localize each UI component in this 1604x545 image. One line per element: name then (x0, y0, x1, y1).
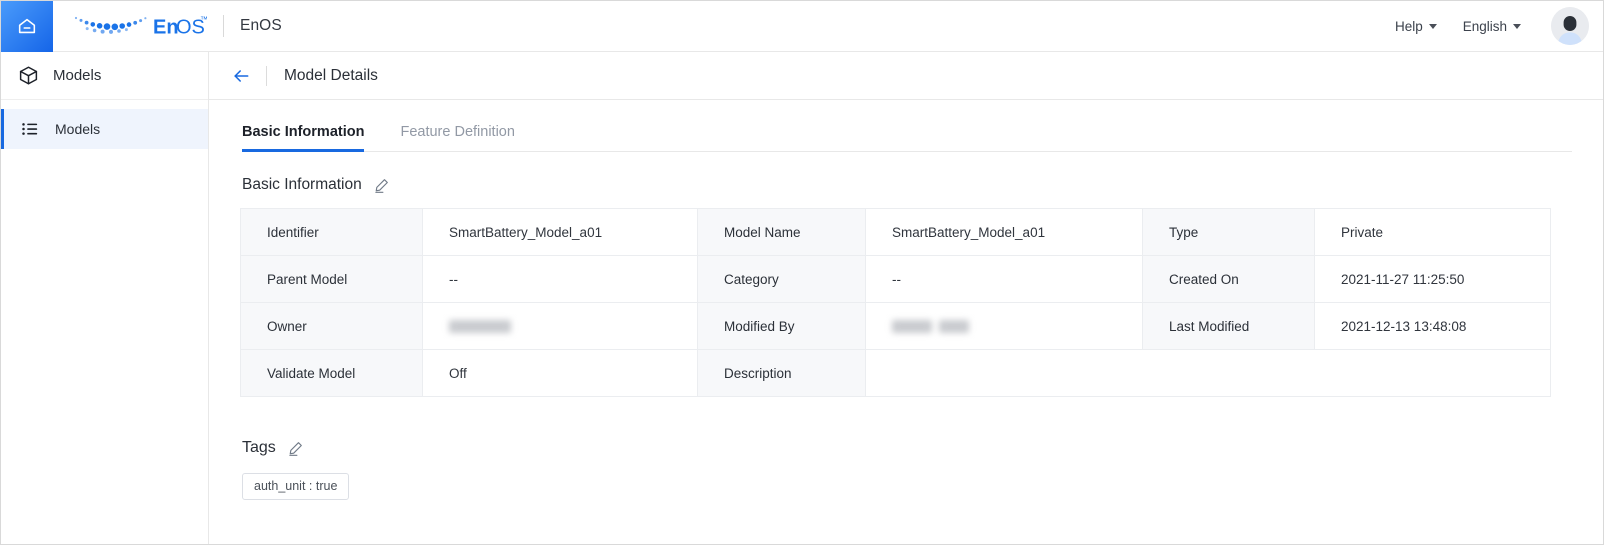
tag-list: auth_unit : true (242, 473, 1572, 500)
cell-label: Type (1142, 208, 1315, 256)
main-content: Model Details Basic Information Feature … (209, 52, 1603, 544)
tags-section-header: Tags (242, 439, 1572, 457)
cell-label: Parent Model (240, 255, 423, 303)
cell-label: Category (697, 255, 866, 303)
sidebar-header-label: Models (53, 67, 102, 84)
cell-value-redacted (865, 302, 1143, 350)
help-label: Help (1394, 18, 1423, 34)
sidebar: Models Models (1, 52, 209, 544)
cell-value: Off (422, 349, 698, 397)
product-title: EnOS (240, 17, 282, 34)
pencil-edit-icon[interactable] (287, 439, 305, 457)
page-title: Model Details (284, 66, 378, 84)
body: Models Models Model Details Basic Inform… (1, 52, 1603, 544)
top-bar: En OS ™ EnOS Help English (1, 1, 1603, 52)
basic-information-table: Identifier SmartBattery_Model_a01 Model … (240, 208, 1551, 397)
tab-basic-information[interactable]: Basic Information (242, 124, 365, 152)
home-button[interactable] (1, 1, 53, 52)
table-row: Validate Model Off Description (240, 349, 1551, 397)
tab-label: Feature Definition (400, 124, 515, 140)
section-title: Basic Information (242, 176, 362, 193)
cell-label: Validate Model (240, 349, 423, 397)
application-window: En OS ™ EnOS Help English (0, 0, 1604, 545)
enos-logo-icon: En OS ™ (69, 9, 207, 43)
svg-text:En: En (153, 17, 179, 39)
help-menu[interactable]: Help (1395, 19, 1437, 34)
back-button[interactable] (224, 59, 258, 93)
cell-value: -- (422, 255, 698, 303)
cell-value: SmartBattery_Model_a01 (865, 208, 1143, 256)
pencil-edit-icon[interactable] (373, 176, 391, 194)
list-icon (20, 119, 40, 139)
cell-value-description (865, 349, 1551, 397)
arrow-left-icon (230, 66, 252, 86)
tag-chip[interactable]: auth_unit : true (242, 473, 350, 500)
svg-text:™: ™ (200, 15, 207, 24)
chevron-down-icon (1513, 23, 1521, 29)
avatar[interactable] (1551, 7, 1589, 45)
tab-feature-definition[interactable]: Feature Definition (400, 124, 514, 151)
cell-value: 2021-12-13 13:48:08 (1314, 302, 1551, 350)
cell-value: 2021-11-27 11:25:50 (1314, 255, 1551, 303)
tab-label: Basic Information (242, 124, 365, 140)
cell-value: Private (1314, 208, 1551, 256)
sidebar-item-label: Models (55, 121, 101, 137)
cell-value-redacted (422, 302, 698, 350)
cell-label: Modified By (697, 302, 866, 350)
cell-label: Model Name (697, 208, 866, 256)
cell-label: Created On (1142, 255, 1315, 303)
table-row: Parent Model -- Category -- Created On 2… (240, 255, 1551, 303)
header-divider (266, 65, 267, 86)
cell-label: Identifier (240, 208, 423, 256)
cell-label: Last Modified (1142, 302, 1315, 350)
basic-information-section-header: Basic Information (242, 176, 1572, 194)
brand-divider (223, 15, 224, 37)
home-icon (16, 15, 38, 37)
cell-label: Description (697, 349, 866, 397)
chevron-down-icon (1428, 23, 1437, 29)
content-area: Basic Information Feature Definition Bas… (209, 100, 1603, 500)
tags-title: Tags (242, 439, 276, 456)
page-header: Model Details (209, 52, 1603, 100)
table-row: Owner Modified By Last Modified 2021-12-… (240, 302, 1551, 350)
brand-area: En OS ™ EnOS (53, 1, 282, 52)
sidebar-header-models[interactable]: Models (1, 52, 208, 100)
cell-value: -- (865, 255, 1143, 303)
language-menu[interactable]: English (1463, 19, 1521, 34)
cube-icon (18, 65, 39, 86)
top-bar-actions: Help English (1395, 7, 1603, 45)
tab-bar: Basic Information Feature Definition (242, 100, 1572, 152)
redacted-value (892, 320, 932, 334)
sidebar-item-models[interactable]: Models (1, 109, 208, 149)
redacted-value (939, 320, 969, 334)
cell-value: SmartBattery_Model_a01 (422, 208, 698, 256)
redacted-value (449, 320, 511, 334)
language-label: English (1462, 18, 1507, 34)
cell-label: Owner (240, 302, 423, 350)
table-row: Identifier SmartBattery_Model_a01 Model … (240, 208, 1551, 256)
